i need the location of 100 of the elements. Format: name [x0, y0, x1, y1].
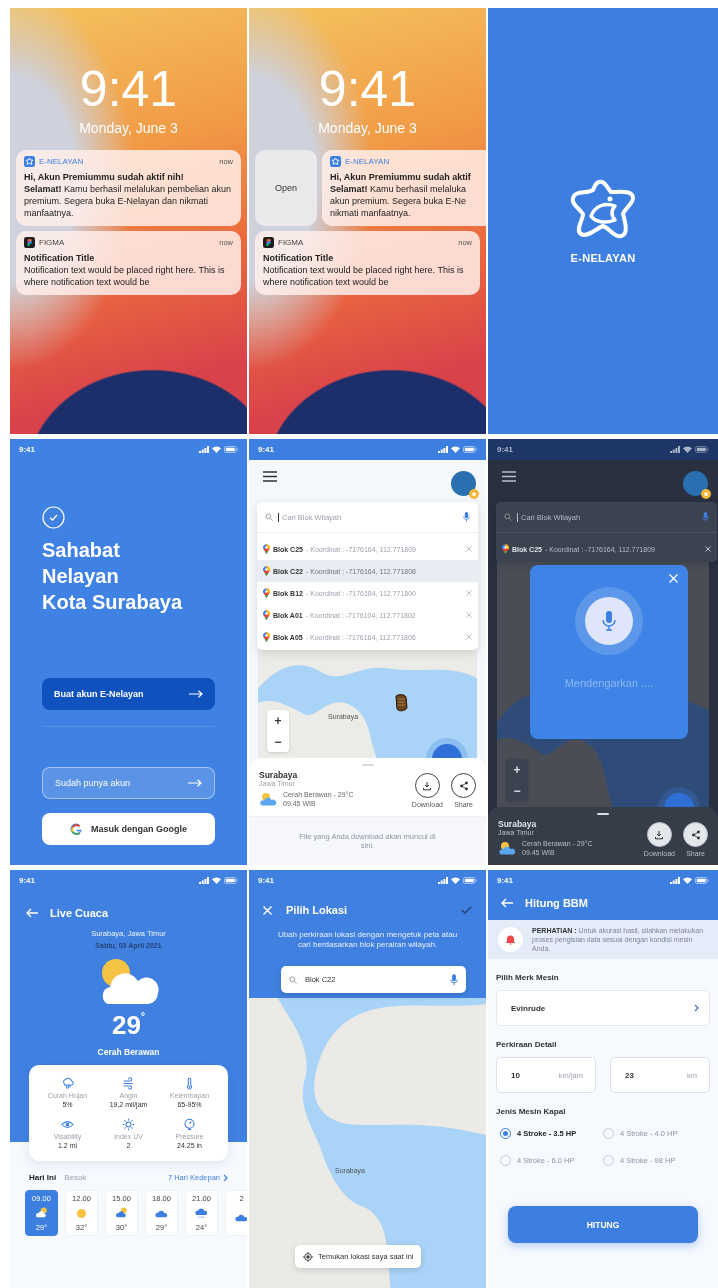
microphone-icon[interactable]: [463, 512, 470, 522]
notification-title: Hi, Akun Premiummu sudah aktif nih!: [24, 171, 185, 183]
zoom-out-button[interactable]: −: [506, 780, 528, 801]
sun-icon: [122, 1118, 135, 1131]
signal-icon: [438, 446, 448, 453]
wifi-icon: [683, 877, 692, 884]
microphone-icon[interactable]: [450, 973, 458, 986]
create-account-button[interactable]: Buat akun E-Nelayan: [42, 678, 215, 710]
signal-icon: [670, 446, 680, 453]
notification-body: Selamat! Kamu berhasil melalukan pembelian akun premium. Segera buka E-Nelayan dan nikmati manfaatnya.: [24, 183, 233, 219]
checkmark-icon[interactable]: [461, 906, 472, 914]
search-icon: [504, 513, 512, 521]
battery-icon: [695, 446, 709, 453]
map-pin-icon: [263, 588, 270, 598]
temperature: 29: [112, 1011, 141, 1039]
search-icon: [289, 975, 297, 984]
microphone-icon[interactable]: [702, 512, 709, 522]
search-icon: [265, 513, 273, 521]
star-badge: [701, 489, 711, 499]
open-action-button[interactable]: Open: [255, 150, 317, 226]
map-pin-icon: [502, 544, 509, 554]
zoom-out-button[interactable]: −: [267, 731, 289, 752]
fish-app-icon: [24, 156, 35, 167]
wifi-icon: [451, 877, 460, 884]
notification-body: Selamat! Kamu berhasil melaluka akun premium. Segera buka E-Ne nikmati manfaatnya.: [330, 183, 468, 219]
screen-title: Hitung BBM: [525, 897, 588, 909]
chevron-right-icon: [223, 1173, 228, 1182]
screen-title: Live Cuaca: [50, 907, 109, 919]
arrow-right-icon: [189, 690, 203, 698]
wifi-icon: [683, 446, 692, 453]
boat-icon: [393, 694, 409, 712]
app-name: E-NELAYAN: [39, 157, 85, 166]
instruction-text: Ubah perkiraan lokasi dengan mengetuk peta atau cari berdasarkan blok perairan wilayah.: [276, 930, 459, 950]
download-icon: [654, 829, 665, 840]
weather-condition: Cerah Berawan: [96, 1047, 161, 1057]
menu-icon[interactable]: [502, 471, 516, 482]
calculate-button[interactable]: HITUNG: [508, 1206, 698, 1243]
chevron-right-icon: [694, 1004, 699, 1012]
signal-icon: [438, 877, 448, 884]
close-icon[interactable]: [705, 546, 711, 552]
notification-body: Notification text would be placed right here. This is where notification text would be: [263, 264, 465, 288]
notification-card[interactable]: E-NELAYAN Hi, Akun Premiummu sudah aktif Selamat! Kamu berhasil melaluka akun premium. Segera buka E-Ne nikmati manfaatnya.: [322, 150, 486, 226]
sun-cloud-icon: [259, 792, 277, 806]
lock-date: Monday, June 3: [317, 120, 418, 136]
star-badge: [469, 489, 479, 499]
lock-time: 9:41: [317, 60, 418, 118]
figma-app-icon: [263, 237, 274, 248]
avatar[interactable]: [451, 471, 476, 496]
menu-icon[interactable]: [263, 471, 277, 482]
app-name: E-NELAYAN: [345, 157, 391, 166]
notification-title: Notification Title: [24, 252, 96, 264]
eye-icon: [61, 1118, 74, 1131]
lock-time: 9:41: [78, 60, 179, 118]
status-time: 9:41: [497, 876, 513, 885]
engine-brand-select[interactable]: Evinrude: [496, 990, 710, 1026]
map-pin-icon: [263, 544, 270, 554]
google-sign-in-button[interactable]: Masuk dengan Google: [42, 813, 215, 845]
notification-title: Hi, Akun Premiummu sudah aktif: [330, 171, 472, 183]
share-icon: [458, 780, 469, 791]
microphone-button[interactable]: [585, 597, 633, 645]
avatar[interactable]: [683, 471, 708, 496]
section-label: Jenis Mesin Kapal: [495, 1107, 567, 1116]
app-name: FIGMA: [39, 238, 66, 247]
battery-icon: [695, 877, 709, 884]
status-time: 9:41: [497, 445, 513, 454]
listening-status: Mendengarkan ....: [564, 677, 654, 689]
section-label: Perkiraan Detail: [495, 1040, 558, 1049]
sun-cloud-icon: [498, 841, 516, 855]
notification-title: Notification Title: [263, 252, 335, 264]
cloud-rain-icon: [61, 1077, 74, 1090]
fish-star-logo-icon: [569, 178, 637, 240]
zoom-in-button[interactable]: +: [506, 759, 528, 780]
signal-icon: [199, 446, 209, 453]
signal-icon: [199, 877, 209, 884]
google-logo-icon: [70, 822, 83, 836]
battery-icon: [224, 446, 238, 453]
brand-name: E-NELAYAN: [570, 252, 636, 264]
day-tab[interactable]: Hari Ini: [29, 1173, 57, 1182]
map-pin-icon: [263, 566, 270, 576]
wifi-icon: [212, 446, 221, 453]
microphone-icon: [602, 611, 616, 631]
map-pin-icon: [263, 610, 270, 620]
status-time: 9:41: [258, 445, 274, 454]
degree-sign: °: [140, 1011, 145, 1022]
download-icon: [422, 780, 433, 791]
back-arrow-icon[interactable]: [26, 908, 38, 918]
battery-icon: [463, 877, 477, 884]
bell-icon: [498, 927, 523, 952]
screen-title: Pilih Lokasi: [286, 904, 348, 916]
notification-body: Notification text would be placed right here. This is where notification text would be: [24, 264, 226, 288]
fish-app-icon: [330, 156, 341, 167]
zoom-in-button[interactable]: +: [267, 710, 289, 731]
status-time: 9:41: [19, 876, 35, 885]
gauge-icon: [183, 1118, 196, 1131]
wind-icon: [122, 1077, 135, 1090]
wifi-icon: [451, 446, 460, 453]
target-icon: [303, 1251, 313, 1262]
welcome-heading: Sahabat Nelayan Kota Surabaya: [42, 538, 184, 615]
section-label: Pilih Merk Mesin: [495, 973, 560, 982]
back-arrow-icon[interactable]: [501, 898, 513, 908]
